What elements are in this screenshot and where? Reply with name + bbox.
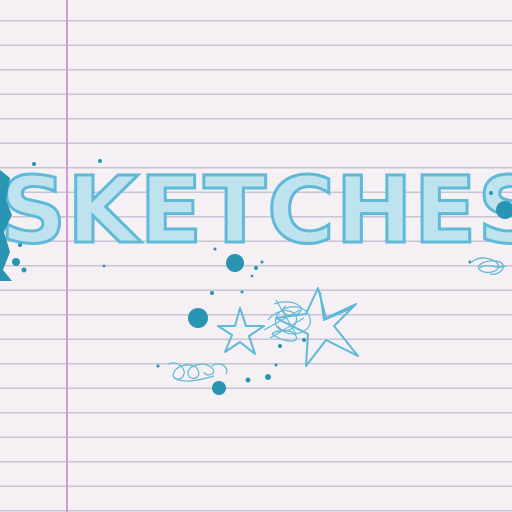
doodles: [0, 159, 512, 395]
scribble-center: [263, 299, 311, 342]
ink-splatter-center: [98, 159, 472, 278]
star-icon: [217, 307, 265, 355]
ink-splatter-left: [0, 162, 36, 281]
ink-splatter-right: [489, 191, 512, 219]
scribble-bottom: [167, 362, 228, 382]
scribble-right: [471, 257, 507, 275]
notebook-paper: SKETCHES: [0, 0, 512, 512]
